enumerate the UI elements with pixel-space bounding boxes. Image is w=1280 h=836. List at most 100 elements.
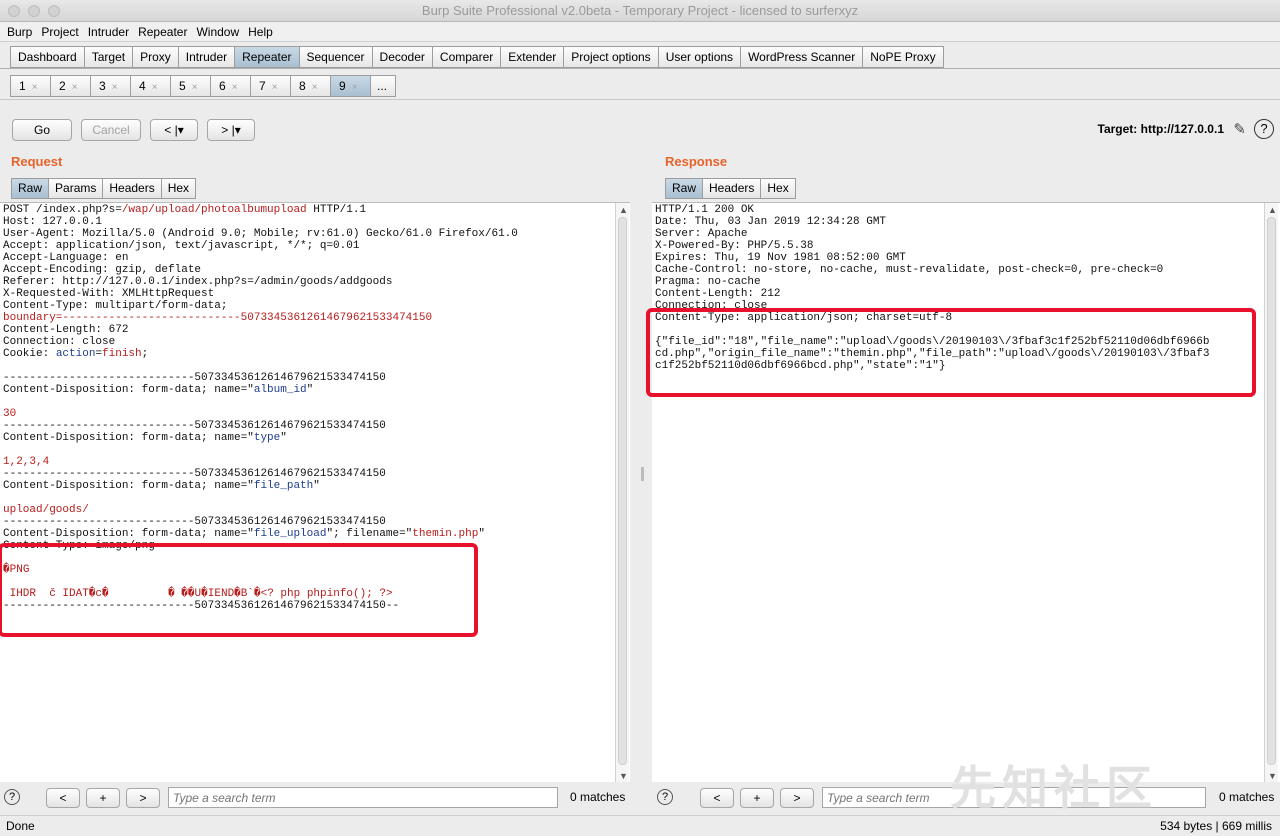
request-tab-headers[interactable]: Headers bbox=[102, 178, 162, 199]
close-tab-icon[interactable]: × bbox=[72, 82, 78, 93]
response-view-tabs: Raw Headers Hex bbox=[665, 178, 796, 199]
repeater-tab-label: 1 bbox=[19, 79, 26, 93]
tab-separator bbox=[0, 68, 1280, 69]
main-tabs: Dashboard Target Proxy Intruder Repeater Sequ… bbox=[10, 46, 944, 68]
response-editor[interactable]: HTTP/1.1 200 OK Date: Thu, 03 Jan 2019 1… bbox=[652, 202, 1280, 782]
highlight-box-request-payload bbox=[0, 543, 478, 637]
repeater-tab-7[interactable]: 7 × bbox=[250, 75, 291, 97]
tab-project-options[interactable]: Project options bbox=[563, 46, 659, 68]
cancel-button[interactable]: Cancel bbox=[81, 119, 141, 141]
request-view-tabs: Raw Params Headers Hex bbox=[11, 178, 197, 199]
scroll-down-arrow-icon[interactable]: ▼ bbox=[619, 771, 628, 781]
request-help-icon[interactable]: ? bbox=[4, 789, 20, 805]
request-prev-button[interactable]: < bbox=[46, 788, 80, 808]
repeater-tab-5[interactable]: 5 × bbox=[170, 75, 211, 97]
repeater-toolbar: Go Cancel < |▾ > |▾ Target: http://127.0… bbox=[0, 99, 1280, 145]
repeater-tab-label: 6 bbox=[219, 79, 226, 93]
response-next-button[interactable]: > bbox=[780, 788, 814, 808]
request-tab-params[interactable]: Params bbox=[48, 178, 104, 199]
response-tab-headers[interactable]: Headers bbox=[702, 178, 762, 199]
request-tab-hex[interactable]: Hex bbox=[160, 178, 197, 199]
tab-proxy[interactable]: Proxy bbox=[132, 46, 179, 68]
tab-dashboard[interactable]: Dashboard bbox=[10, 46, 85, 68]
close-tab-icon[interactable]: × bbox=[352, 82, 358, 93]
response-title: Response bbox=[665, 154, 728, 169]
response-prev-button[interactable]: < bbox=[700, 788, 734, 808]
repeater-tab-6[interactable]: 6 × bbox=[210, 75, 251, 97]
response-help-icon[interactable]: ? bbox=[657, 789, 673, 805]
new-repeater-tab-button[interactable]: ... bbox=[370, 75, 396, 97]
close-tab-icon[interactable]: × bbox=[152, 82, 158, 93]
tab-repeater[interactable]: Repeater bbox=[234, 46, 300, 68]
tab-nope-proxy[interactable]: NoPE Proxy bbox=[862, 46, 944, 68]
request-scroll-thumb[interactable] bbox=[618, 217, 627, 765]
response-tab-hex[interactable]: Hex bbox=[760, 178, 796, 199]
go-button[interactable]: Go bbox=[12, 119, 72, 141]
scroll-up-arrow-icon[interactable]: ▲ bbox=[619, 205, 628, 215]
tab-wordpress-scanner[interactable]: WordPress Scanner bbox=[740, 46, 864, 68]
response-matches-count: 0 matches bbox=[1219, 790, 1275, 804]
response-scroll-thumb[interactable] bbox=[1267, 217, 1276, 765]
request-tab-raw[interactable]: Raw bbox=[11, 178, 50, 199]
request-matches-count: 0 matches bbox=[570, 790, 626, 804]
help-icon[interactable]: ? bbox=[1254, 119, 1274, 139]
edit-target-pencil-icon[interactable]: ✎ bbox=[1233, 120, 1246, 138]
response-add-button[interactable]: + bbox=[740, 788, 774, 808]
tab-comparer[interactable]: Comparer bbox=[431, 46, 502, 68]
close-tab-icon[interactable]: × bbox=[312, 82, 318, 93]
tab-user-options[interactable]: User options bbox=[657, 46, 742, 68]
tab-intruder[interactable]: Intruder bbox=[177, 46, 236, 68]
forward-history-button[interactable]: > |▾ bbox=[207, 119, 255, 141]
request-next-button[interactable]: > bbox=[126, 788, 160, 808]
request-scrollbar[interactable]: ▲ ▼ bbox=[615, 203, 629, 782]
menu-help[interactable]: Help bbox=[246, 22, 275, 42]
close-tab-icon[interactable]: × bbox=[232, 82, 238, 93]
response-tab-raw[interactable]: Raw bbox=[665, 178, 704, 199]
repeater-tab-label: 3 bbox=[99, 79, 106, 93]
title-bar: Burp Suite Professional v2.0beta - Tempo… bbox=[0, 0, 1280, 22]
repeater-tabs: 1 × 2 × 3 × 4 × 5 × 6 × 7 × 8 × 9 ×... bbox=[10, 75, 396, 97]
request-add-button[interactable]: + bbox=[86, 788, 120, 808]
back-history-button[interactable]: < |▾ bbox=[150, 119, 198, 141]
repeater-tab-3[interactable]: 3 × bbox=[90, 75, 131, 97]
scroll-down-arrow-icon[interactable]: ▼ bbox=[1268, 771, 1277, 781]
request-editor[interactable]: POST /index.php?s=/wap/upload/photoalbum… bbox=[0, 202, 630, 782]
minimize-window-icon[interactable] bbox=[28, 5, 40, 17]
request-title: Request bbox=[11, 154, 63, 169]
close-tab-icon[interactable]: × bbox=[192, 82, 198, 93]
zoom-window-icon[interactable] bbox=[48, 5, 60, 17]
request-search-bar: ? < + > 0 matches bbox=[0, 787, 632, 810]
tab-sequencer[interactable]: Sequencer bbox=[298, 46, 373, 68]
close-tab-icon[interactable]: × bbox=[272, 82, 278, 93]
response-stats: 534 bytes | 669 millis bbox=[1160, 819, 1272, 833]
close-tab-icon[interactable]: × bbox=[112, 82, 118, 93]
repeater-tab-8[interactable]: 8 × bbox=[290, 75, 331, 97]
menu-repeater[interactable]: Repeater bbox=[136, 22, 189, 42]
repeater-tab-label: 5 bbox=[179, 79, 186, 93]
menu-burp[interactable]: Burp bbox=[5, 22, 34, 42]
close-window-icon[interactable] bbox=[8, 5, 20, 17]
repeater-tab-1[interactable]: 1 × bbox=[10, 75, 51, 97]
menu-intruder[interactable]: Intruder bbox=[86, 22, 131, 42]
repeater-tab-4[interactable]: 4 × bbox=[130, 75, 171, 97]
request-search-input[interactable] bbox=[168, 787, 558, 808]
request-panel: Request Raw Params Headers Hex POST /index.… bbox=[0, 145, 632, 815]
status-text: Done bbox=[6, 819, 35, 833]
menu-window[interactable]: Window bbox=[194, 22, 241, 42]
close-tab-icon[interactable]: × bbox=[32, 82, 38, 93]
tab-target[interactable]: Target bbox=[83, 46, 134, 68]
repeater-tab-2[interactable]: 2 × bbox=[50, 75, 91, 97]
menu-project[interactable]: Project bbox=[39, 22, 80, 42]
divider-grip[interactable] bbox=[641, 467, 644, 481]
menu-bar: Burp Project Intruder Repeater Window Help bbox=[0, 22, 1280, 42]
split-pane-divider[interactable] bbox=[638, 145, 646, 815]
highlight-box-response-json bbox=[646, 308, 1256, 397]
tab-decoder[interactable]: Decoder bbox=[371, 46, 433, 68]
scroll-up-arrow-icon[interactable]: ▲ bbox=[1268, 205, 1277, 215]
repeater-tab-label: 4 bbox=[139, 79, 146, 93]
repeater-tab-9[interactable]: 9 × bbox=[330, 75, 371, 97]
repeater-tab-label: 7 bbox=[259, 79, 266, 93]
repeater-tab-label: 8 bbox=[299, 79, 306, 93]
response-scrollbar[interactable]: ▲ ▼ bbox=[1264, 203, 1278, 782]
tab-extender[interactable]: Extender bbox=[500, 46, 565, 68]
